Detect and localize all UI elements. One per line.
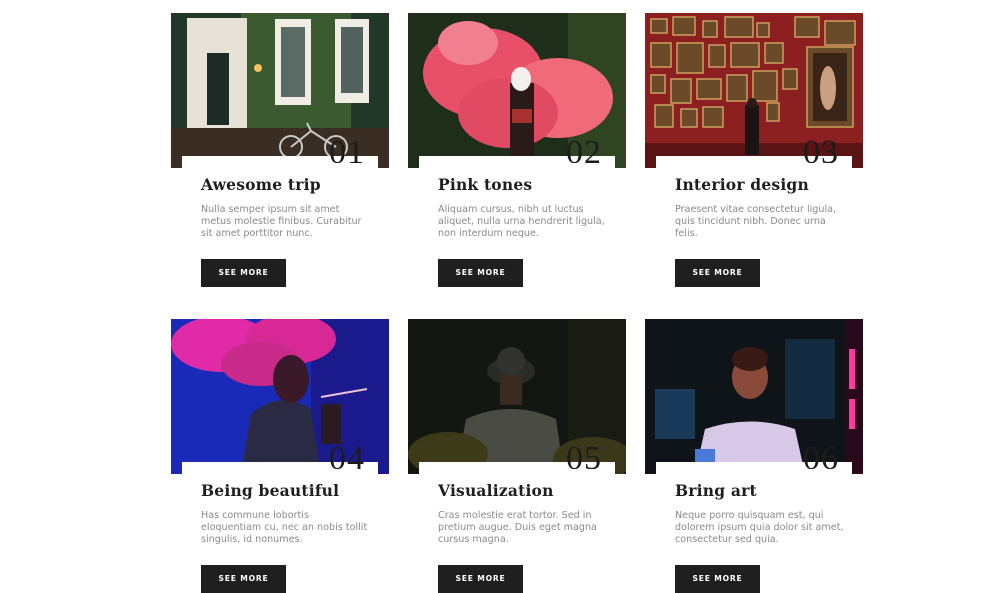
see-more-button[interactable]: SEE MORE xyxy=(675,259,760,287)
card-number: 02 xyxy=(566,134,602,163)
card-description: Aliquam cursus, nibh ut luctus aliquet, … xyxy=(438,204,605,239)
card-description: Nulla semper ipsum sit amet metus molest… xyxy=(201,204,362,239)
see-more-button[interactable]: SEE MORE xyxy=(201,565,286,593)
card-number: 05 xyxy=(566,440,602,469)
see-more-button[interactable]: SEE MORE xyxy=(201,259,286,287)
portfolio-card: 04 Being beautiful Has commune lobortis … xyxy=(171,319,389,593)
card-number: 01 xyxy=(329,134,365,163)
portfolio-card: 05 Visualization Cras molestie erat tort… xyxy=(408,319,626,593)
card-description: Cras molestie erat tortor. Sed in pretiu… xyxy=(438,510,597,545)
see-more-button[interactable]: SEE MORE xyxy=(438,565,523,593)
card-title[interactable]: Pink tones xyxy=(438,175,532,194)
card-title[interactable]: Interior design xyxy=(675,175,809,194)
portfolio-grid: 01 Awesome trip Nulla semper ipsum sit a… xyxy=(171,13,863,593)
card-number: 04 xyxy=(329,440,365,469)
portfolio-card: 02 Pink tones Aliquam cursus, nibh ut lu… xyxy=(408,13,626,293)
card-title[interactable]: Awesome trip xyxy=(201,175,321,194)
card-number: 06 xyxy=(803,440,839,469)
card-number: 03 xyxy=(803,134,839,163)
portfolio-card: 01 Awesome trip Nulla semper ipsum sit a… xyxy=(171,13,389,293)
card-title[interactable]: Being beautiful xyxy=(201,481,339,500)
see-more-button[interactable]: SEE MORE xyxy=(438,259,523,287)
card-description: Has commune lobortis eloquentiam cu, nec… xyxy=(201,510,368,545)
card-title[interactable]: Bring art xyxy=(675,481,757,500)
see-more-button[interactable]: SEE MORE xyxy=(675,565,760,593)
card-description: Neque porro quisquam est, qui dolorem ip… xyxy=(675,510,844,545)
card-title[interactable]: Visualization xyxy=(438,481,554,500)
portfolio-card: 03 Interior design Praesent vitae consec… xyxy=(645,13,863,293)
portfolio-card: 06 Bring art Neque porro quisquam est, q… xyxy=(645,319,863,593)
card-description: Praesent vitae consectetur ligula, quis … xyxy=(675,204,837,239)
